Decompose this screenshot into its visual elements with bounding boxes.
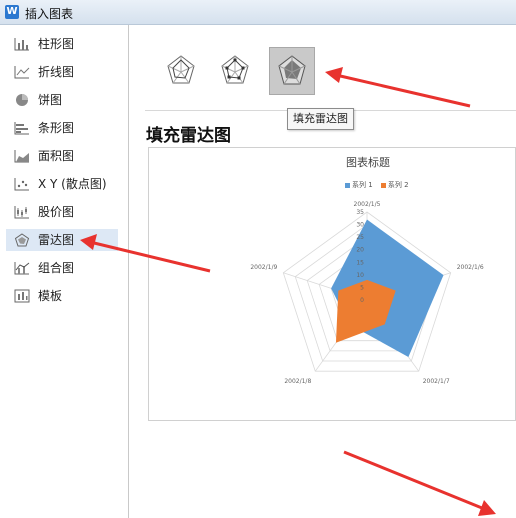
radar-tick-label: 10	[356, 272, 364, 279]
radar-tick-label: 20	[356, 247, 364, 254]
radar-tick-label: 0	[360, 297, 364, 304]
radar-category-label: 2002/1/6	[457, 264, 484, 271]
radar-tick-label: 30	[356, 222, 364, 229]
radar-category-label: 2002/1/8	[284, 378, 311, 385]
radar-chart: 0 5 10 15 20 25 30 352002/1/5 2002/1/6 2002/1/7 20…	[250, 201, 484, 385]
radar-tick-label: 35	[356, 209, 364, 216]
radar-category-label: 2002/1/5	[354, 201, 381, 208]
radar-category-label: 2002/1/9	[250, 264, 277, 271]
radar-tick-label: 5	[360, 284, 364, 291]
radar-tick-label: 25	[356, 234, 364, 241]
radar-tick-label: 15	[356, 259, 364, 266]
radar-category-label: 2002/1/7	[423, 378, 450, 385]
